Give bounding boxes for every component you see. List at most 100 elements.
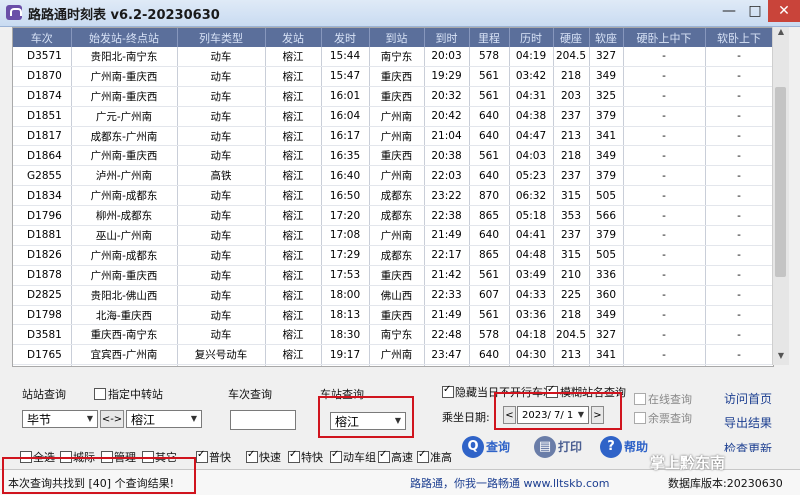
table-cell: 22:48 (424, 324, 470, 346)
swap-button[interactable]: <-> (100, 410, 124, 428)
table-cell: D1826 (13, 245, 72, 266)
table-cell: 20:03 (424, 47, 470, 67)
table-cell: 349 (589, 305, 624, 326)
home-link[interactable]: 访问首页 (724, 390, 772, 407)
table-row[interactable]: D1834 广州南-成都东 动车 榕江 16:50 成都东 23:22 870 06:32 315… (13, 185, 773, 207)
search-icon[interactable]: Q (462, 436, 484, 458)
filter-checkbox[interactable] (417, 449, 429, 463)
table-cell: - (705, 126, 773, 147)
table-cell: 21:49 (424, 305, 470, 326)
table-row[interactable]: G2855 泸州-广州南 高铁 榕江 16:40 广州南 22:03 640 05:23 237 3… (13, 165, 773, 187)
filter-checkbox[interactable] (196, 449, 208, 463)
filter-checkbox[interactable] (246, 449, 258, 463)
table-cell: D1796 (13, 205, 72, 227)
vertical-scrollbar[interactable]: ▲ ▼ (772, 27, 789, 365)
scroll-thumb[interactable] (775, 87, 786, 277)
table-cell: 607 (469, 285, 510, 306)
print-button[interactable]: 打印 (558, 438, 582, 455)
table-cell: D1864 (13, 145, 72, 167)
table-row[interactable]: D1864 广州南-重庆西 动车 榕江 16:35 重庆西 20:38 561 04:03 218… (13, 145, 773, 167)
column-header[interactable]: 里程 (469, 28, 510, 47)
hide-checkbox[interactable] (442, 384, 454, 398)
website-link[interactable]: 路路通，你我一路畅通 www.lltskb.com (410, 475, 609, 491)
close-button[interactable]: ✕ (768, 0, 800, 22)
table-row[interactable]: D1878 广州南-重庆西 动车 榕江 17:53 重庆西 21:42 561 03:49 210… (13, 265, 773, 286)
table-row[interactable]: D1851 广元-广州南 动车 榕江 16:04 广州南 20:42 640 04:38 237 3… (13, 106, 773, 127)
from-station-select[interactable]: 毕节 ▼ (22, 410, 98, 428)
table-row[interactable]: D3581 重庆西-南宁东 动车 榕江 18:30 南宁东 22:48 578 04:18 204… (13, 324, 773, 346)
column-header[interactable]: 硬卧上中下 (623, 28, 706, 47)
column-header[interactable]: 硬座 (553, 28, 590, 47)
transfer-checkbox[interactable] (94, 388, 106, 400)
table-row[interactable]: D1870 广州南-重庆西 动车 榕江 15:47 重庆西 19:29 561 03:42 218… (13, 66, 773, 87)
column-header[interactable]: 发时 (321, 28, 370, 47)
to-station-select[interactable]: 榕江 ▼ (126, 410, 202, 428)
column-header[interactable]: 车次 (13, 28, 72, 47)
ticket-query-checkbox[interactable] (634, 412, 646, 424)
highlight-box (318, 396, 414, 438)
table-cell: 动车 (177, 47, 266, 67)
help-button[interactable]: 帮助 (624, 438, 648, 455)
table-row[interactable]: D1817 成都东-广州南 动车 榕江 16:17 广州南 21:04 640 04:47 213… (13, 126, 773, 147)
table-row[interactable]: G2930深圳北-贵阳北高铁榕江19:58贵阳北21:2122701:23781… (13, 364, 773, 366)
help-icon[interactable]: ? (600, 436, 622, 458)
table-cell: 336 (589, 265, 624, 286)
filter-checkbox[interactable] (288, 449, 300, 463)
table-cell: 640 (469, 106, 510, 127)
table-cell: 78 (553, 364, 590, 366)
table-cell: 柳州-成都东 (71, 205, 178, 227)
column-header[interactable]: 到时 (424, 28, 470, 47)
column-header[interactable]: 历时 (509, 28, 554, 47)
table-cell: 21:21 (424, 364, 470, 366)
timetable-grid[interactable]: 车次 始发站-终点站 列车类型 发站 发时 到站 到时 里程 历时 硬座 软座 硬卧上中下 软卧上下 D… (12, 27, 774, 367)
filter-checkbox[interactable] (378, 449, 390, 463)
table-cell: 15:47 (321, 66, 370, 87)
table-row[interactable]: D1796 柳州-成都东 动车 榕江 17:20 成都东 22:38 865 05:18 353 5… (13, 205, 773, 227)
online-query-checkbox[interactable] (634, 393, 646, 405)
table-cell: 高铁 (177, 364, 266, 366)
table-row[interactable]: D1798 北海-重庆西 动车 榕江 18:13 重庆西 21:49 561 03:36 218 3… (13, 305, 773, 326)
query-button[interactable]: 查询 (486, 438, 510, 455)
column-header[interactable]: 软卧上下 (705, 28, 773, 47)
table-cell: 349 (589, 145, 624, 167)
table-cell: 深圳北-贵阳北 (71, 364, 178, 366)
table-cell: 榕江 (265, 126, 322, 147)
filter-checkbox[interactable] (330, 449, 342, 463)
minimize-button[interactable]: — (716, 0, 742, 22)
filter-label: 特快 (301, 451, 323, 464)
table-cell: 贵阳北 (369, 364, 425, 366)
export-link[interactable]: 导出结果 (724, 414, 772, 431)
update-link[interactable]: 检查更新 (724, 440, 772, 452)
table-row[interactable]: D1765 宜宾西-广州南 复兴号动车 榕江 19:17 广州南 23:47 640 04:30… (13, 344, 773, 366)
maximize-button[interactable]: □ (742, 0, 768, 22)
filter-label: 普快 (209, 451, 231, 464)
table-cell: 865 (469, 205, 510, 227)
table-cell: 榕江 (265, 344, 322, 366)
scroll-down-icon[interactable]: ▼ (773, 351, 789, 365)
table-cell: - (623, 66, 706, 87)
table-cell: 18:30 (321, 324, 370, 346)
table-cell: - (623, 364, 706, 366)
column-header[interactable]: 列车类型 (177, 28, 266, 47)
column-header[interactable]: 始发站-终点站 (71, 28, 178, 47)
table-cell: 重庆西 (369, 66, 425, 87)
train-number-input[interactable] (230, 410, 296, 430)
table-cell: G2855 (13, 165, 72, 187)
table-cell: 22:38 (424, 205, 470, 227)
table-cell: 04:30 (509, 344, 554, 366)
table-row[interactable]: D2825 贵阳北-佛山西 动车 榕江 18:00 佛山西 22:33 607 04:33 225… (13, 285, 773, 306)
table-row[interactable]: D1826 广州南-成都东 动车 榕江 17:29 成都东 22:17 865 04:48 315… (13, 245, 773, 266)
column-header[interactable]: 到站 (369, 28, 425, 47)
column-header[interactable]: 发站 (265, 28, 322, 47)
table-cell: 动车 (177, 265, 266, 286)
column-header[interactable]: 软座 (589, 28, 624, 47)
table-row[interactable]: D3571 贵阳北-南宁东 动车 榕江 15:44 南宁东 20:03 578 04:19 204… (13, 47, 773, 67)
table-cell: - (705, 324, 773, 346)
table-cell: 榕江 (265, 66, 322, 87)
table-cell: 225 (553, 285, 590, 306)
table-cell: D3571 (13, 47, 72, 67)
scroll-up-icon[interactable]: ▲ (773, 27, 789, 41)
table-row[interactable]: D1874 广州南-重庆西 动车 榕江 16:01 重庆西 20:32 561 04:31 203… (13, 86, 773, 107)
table-row[interactable]: D1881 巫山-广州南 动车 榕江 17:08 广州南 21:49 640 04:41 237 3… (13, 225, 773, 246)
print-icon[interactable]: ▤ (534, 436, 556, 458)
